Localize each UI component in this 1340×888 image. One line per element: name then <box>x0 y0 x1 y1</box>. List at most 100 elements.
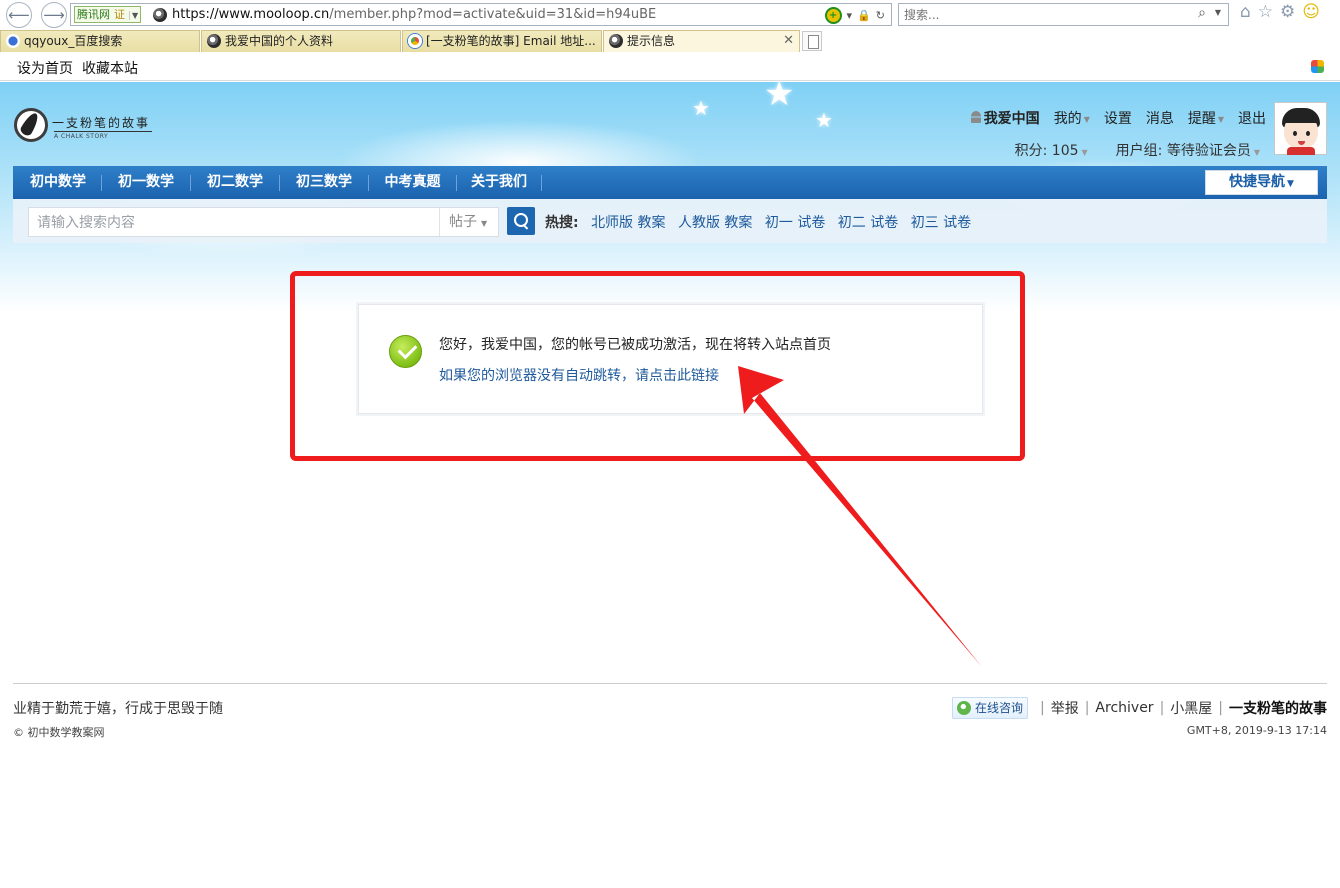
site-search-input[interactable] <box>37 213 432 232</box>
site-favicon-icon <box>153 8 167 22</box>
search-icon[interactable]: ⌕ <box>1198 5 1206 21</box>
site-logo[interactable]: 一支粉笔的故事 A CHALK STORY <box>14 106 154 146</box>
user-group-label: 用户组: 等待验证会员 <box>1115 143 1251 159</box>
username: 我爱中国 <box>983 111 1040 127</box>
quick-nav-label: 快捷导航 <box>1229 174 1286 190</box>
tab-notice[interactable]: 提示信息 ✕ <box>603 30 800 52</box>
url-tools: + ▾ 🔒 ↻ <box>824 6 885 25</box>
search-button[interactable] <box>507 207 535 235</box>
hot-search-link[interactable]: 初二 试卷 <box>838 215 898 231</box>
quick-nav-button[interactable]: 快捷导航 ▼ <box>1205 170 1318 195</box>
footer-site-name-link[interactable]: 一支粉笔的故事 <box>1229 698 1327 718</box>
hot-searches: 热搜: 北师版 教案 人教版 教案 初一 试卷 初二 试卷 初三 试卷 <box>545 212 979 232</box>
tab-profile[interactable]: 我爱中国的个人资料 <box>201 30 401 52</box>
nav-item-grade7-math[interactable]: 初一数学 <box>102 166 190 199</box>
footer-slogan: 业精于勤荒于嬉，行成于思毁于随 <box>13 701 223 717</box>
my-menu[interactable]: 我的 ▼ <box>1054 108 1090 128</box>
hot-search-link[interactable]: 北师版 教案 <box>591 215 665 231</box>
star-decoration-icon: ★ <box>764 74 795 114</box>
star-decoration-icon: ★ <box>692 96 710 120</box>
chevron-down-icon[interactable]: ▾ <box>847 9 853 22</box>
chevron-down-icon: ▼ <box>481 219 488 228</box>
new-tab-button[interactable] <box>802 31 822 51</box>
logo-name: 一支粉笔的故事 <box>52 116 151 130</box>
online-consult-button[interactable]: 在线咨询 <box>951 697 1028 719</box>
points-menu[interactable]: 积分: 105 ▼ <box>1015 143 1088 159</box>
gear-icon[interactable]: ⚙ <box>1280 2 1295 22</box>
site-favicon-icon <box>207 34 221 48</box>
theme-color-icon[interactable] <box>1311 60 1324 73</box>
user-icon <box>970 111 981 123</box>
tab-title: 我爱中国的个人资料 <box>225 34 334 48</box>
forward-button[interactable]: ⟶ <box>41 2 67 28</box>
chevron-down-icon: ▼ <box>1083 114 1090 124</box>
nav-item-exam-papers[interactable]: 中考真题 <box>369 166 456 199</box>
tab-baidu-search[interactable]: qqyoux_百度搜索 <box>0 30 200 52</box>
archiver-link[interactable]: Archiver <box>1095 700 1153 716</box>
lock-icon[interactable]: 🔒 <box>857 9 871 22</box>
logout-link[interactable]: 退出 <box>1238 108 1266 128</box>
footer-copyright[interactable]: © 初中数学教案网 <box>13 724 105 740</box>
dark-room-link[interactable]: 小黑屋 <box>1170 698 1212 718</box>
report-link[interactable]: 举报 <box>1051 698 1079 718</box>
messages-link[interactable]: 消息 <box>1146 108 1174 128</box>
refresh-icon[interactable]: ↻ <box>876 9 885 22</box>
browser-search-input[interactable] <box>904 6 1184 23</box>
search-type-select[interactable]: 帖子 ▼ <box>439 208 499 236</box>
url-host: https://www.mooloop.cn <box>172 7 330 22</box>
favorites-star-icon[interactable]: ☆ <box>1258 2 1273 22</box>
footer-timestamp: GMT+8, 2019-9-13 17:14 <box>1186 724 1327 737</box>
hot-search-link[interactable]: 初一 试卷 <box>765 215 825 231</box>
nav-divider <box>541 175 542 191</box>
footer-separator: | <box>1159 700 1165 716</box>
nav-item-about-us[interactable]: 关于我们 <box>457 166 541 199</box>
tab-title: [一支粉笔的故事] Email 地址... <box>426 34 596 48</box>
tab-email[interactable]: [一支粉笔的故事] Email 地址... <box>402 30 602 52</box>
site-top-bar: 设为首页 收藏本站 <box>0 52 1340 81</box>
cert-badge-label: 证 <box>114 8 125 21</box>
site-badge-label: 腾讯网 <box>77 8 110 21</box>
chevron-down-icon: ▼ <box>129 11 139 20</box>
hot-search-link[interactable]: 初三 试卷 <box>911 215 971 231</box>
settings-link[interactable]: 设置 <box>1104 108 1132 128</box>
smiley-feedback-icon[interactable]: ☺ <box>1302 2 1320 22</box>
avatar-eye <box>1293 131 1297 136</box>
footer-links: 在线咨询 | 举报 | Archiver | 小黑屋 | 一支粉笔的故事 <box>951 697 1327 719</box>
user-stats: 积分: 105 ▼ 用户组: 等待验证会员 ▼ <box>1015 140 1260 160</box>
site-search-row: 帖子 ▼ 热搜: 北师版 教案 人教版 教案 初一 试卷 初二 试卷 初三 试卷 <box>13 199 1327 243</box>
username-link[interactable]: 我爱中国 <box>970 108 1040 128</box>
chrome-favicon-icon <box>408 34 422 48</box>
url-text[interactable]: https://www.mooloop.cn/member.php?mod=ac… <box>172 7 656 22</box>
alerts-menu[interactable]: 提醒 ▼ <box>1188 108 1224 128</box>
close-icon[interactable]: ✕ <box>783 31 794 51</box>
baidu-paw-icon <box>6 34 20 48</box>
hot-search-label: 热搜: <box>545 215 579 231</box>
site-search-box: 帖子 ▼ <box>28 207 499 237</box>
nav-item-grade9-math[interactable]: 初三数学 <box>280 166 368 199</box>
footer-separator: | <box>1084 700 1090 716</box>
user-menu: 我爱中国 我的 ▼ 设置 消息 提醒 ▼ 退出 <box>970 108 1266 128</box>
bookmark-link[interactable]: 收藏本站 <box>82 58 138 78</box>
chevron-down-icon[interactable]: ▼ <box>1215 8 1221 17</box>
user-group-menu[interactable]: 用户组: 等待验证会员 ▼ <box>1116 143 1260 159</box>
footer-separator: | <box>1218 700 1223 716</box>
main-nav: 初中数学 初一数学 初二数学 初三数学 中考真题 关于我们 <box>13 166 1327 199</box>
url-bar[interactable]: 腾讯网证 ▼ https://www.mooloop.cn/member.php?… <box>70 3 892 26</box>
home-icon[interactable]: ⌂ <box>1240 2 1251 22</box>
back-button[interactable]: ⟵ <box>6 2 32 28</box>
chevron-down-icon: ▼ <box>1253 148 1260 157</box>
nav-item-grade8-math[interactable]: 初二数学 <box>191 166 279 199</box>
set-homepage-link[interactable]: 设为首页 <box>17 58 73 78</box>
security-shield-icon[interactable]: + <box>824 7 842 24</box>
alerts-label: 提醒 <box>1187 111 1216 127</box>
chevron-down-icon: ▼ <box>1217 114 1224 124</box>
chevron-down-icon: ▼ <box>1081 148 1088 157</box>
site-badge[interactable]: 腾讯网证 ▼ <box>74 6 142 23</box>
hot-search-link[interactable]: 人教版 教案 <box>678 215 752 231</box>
nav-item-junior-math[interactable]: 初中数学 <box>15 166 101 199</box>
footer-separator: | <box>1039 700 1045 716</box>
browser-search-box[interactable]: ⌕ ▼ <box>898 3 1229 26</box>
browser-address-bar: ⟵ ⟶ 腾讯网证 ▼ https://www.mooloop.cn/member.… <box>0 0 1340 29</box>
avatar[interactable] <box>1274 102 1327 155</box>
chevron-down-icon: ▼ <box>1287 179 1294 189</box>
